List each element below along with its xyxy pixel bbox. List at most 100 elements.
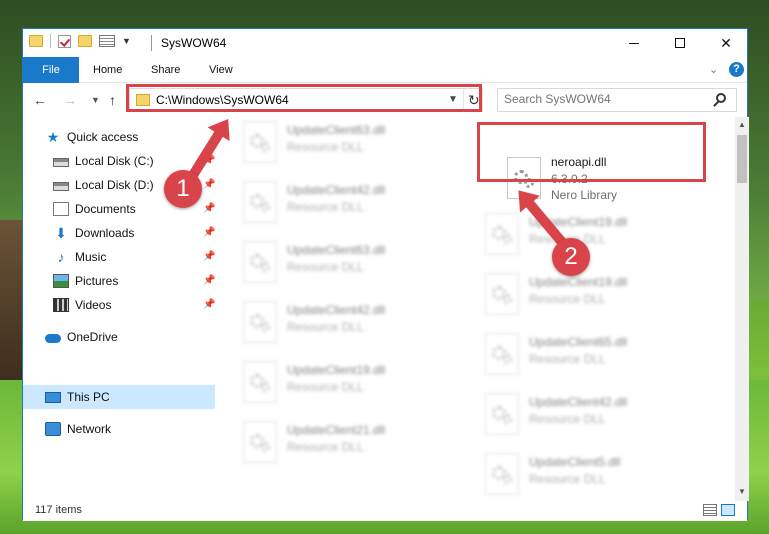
list-item[interactable]: UpdateClient63.dll Resource DLL: [235, 235, 465, 291]
status-bar: 117 items: [23, 501, 747, 521]
pin-icon: 📌: [203, 179, 216, 190]
file-name: UpdateClient19.dll: [529, 275, 628, 289]
sidebar-item-pictures[interactable]: Pictures 📌: [23, 269, 215, 293]
tab-home[interactable]: Home: [79, 57, 136, 83]
sidebar-item-label: Quick access: [67, 130, 139, 144]
callout-badge-2: 2: [552, 238, 590, 276]
back-arrow-icon[interactable]: ←: [33, 92, 47, 108]
file-type: Resource DLL: [529, 292, 606, 306]
onedrive-icon: [45, 333, 61, 343]
sidebar-item-label: Local Disk (D:): [75, 178, 154, 192]
dll-file-icon: [243, 241, 277, 283]
tab-file[interactable]: File: [23, 57, 79, 83]
close-button[interactable]: ✕: [703, 29, 749, 57]
list-item[interactable]: UpdateClient21.dll Resource DLL: [235, 415, 465, 471]
list-item[interactable]: UpdateClient19.dll Resource DLL: [477, 267, 707, 323]
sidebar-item-videos[interactable]: Videos 📌: [23, 293, 215, 317]
help-icon[interactable]: ?: [729, 62, 744, 77]
toolbar-divider: [50, 34, 51, 48]
sidebar-item-onedrive[interactable]: OneDrive: [23, 325, 215, 349]
details-view-icon[interactable]: [703, 504, 717, 516]
file-name: UpdateClient42.dll: [287, 303, 386, 317]
list-item[interactable]: UpdateClient19.dll Resource DLL: [235, 355, 465, 411]
file-name: UpdateClient42.dll: [287, 183, 386, 197]
item-count: 117 items: [35, 504, 82, 516]
minimize-icon: [629, 42, 639, 44]
scroll-down-arrow-icon[interactable]: ▼: [738, 487, 746, 496]
file-type: Resource DLL: [287, 200, 364, 214]
scroll-up-arrow-icon[interactable]: ▲: [738, 120, 746, 129]
dll-file-icon: [485, 333, 519, 375]
sidebar-item-label: Videos: [75, 298, 112, 312]
properties-icon[interactable]: [99, 35, 115, 47]
window-title: SysWOW64: [161, 36, 227, 50]
sidebar-item-label: Network: [67, 422, 112, 436]
list-item[interactable]: UpdateClient19.dll Resource DLL: [477, 207, 707, 263]
documents-icon: [53, 202, 69, 216]
address-bar-highlight-box: [126, 84, 482, 112]
scrollbar-thumb[interactable]: [737, 135, 747, 183]
list-item[interactable]: UpdateClient5.dll Resource DLL: [477, 447, 707, 501]
minimize-button[interactable]: [611, 29, 657, 57]
download-icon: ⬇: [55, 225, 67, 241]
star-icon: ★: [46, 129, 60, 145]
sidebar-item-label: Local Disk (C:): [75, 154, 154, 168]
desktop-background-hut: [0, 220, 24, 380]
sidebar-item-music[interactable]: ♪ Music 📌: [23, 245, 216, 269]
file-name: UpdateClient65.dll: [529, 335, 628, 349]
videos-icon: [53, 298, 69, 312]
forward-arrow-icon[interactable]: →: [63, 92, 77, 108]
file-name: UpdateClient19.dll: [287, 363, 386, 377]
file-type: Resource DLL: [287, 140, 364, 154]
sidebar-item-label: OneDrive: [67, 330, 118, 344]
pin-icon: 📌: [203, 251, 216, 262]
search-icon[interactable]: [716, 93, 726, 103]
search-input[interactable]: [504, 92, 704, 106]
callout-badge-1: 1: [164, 170, 202, 208]
sidebar-item-this-pc[interactable]: This PC: [23, 385, 215, 409]
file-type: Resource DLL: [529, 412, 606, 426]
list-item[interactable]: UpdateClient42.dll Resource DLL: [235, 295, 465, 351]
sidebar-item-downloads[interactable]: ⬇ Downloads 📌: [23, 221, 215, 245]
file-type: Resource DLL: [287, 260, 364, 274]
maximize-button[interactable]: [657, 29, 703, 57]
dll-file-icon: [485, 393, 519, 435]
folder-icon[interactable]: [29, 35, 43, 47]
pin-icon: 📌: [203, 275, 216, 286]
sidebar-item-network[interactable]: Network: [23, 417, 215, 441]
dll-file-icon: [243, 301, 277, 343]
recent-locations-chevron-icon[interactable]: ▼: [91, 95, 100, 105]
file-highlight-box: [477, 122, 706, 182]
dll-file-icon: [485, 273, 519, 315]
pin-icon: 📌: [203, 227, 216, 238]
search-box[interactable]: [497, 88, 737, 112]
sidebar-item-label: This PC: [67, 390, 110, 404]
file-type: Resource DLL: [287, 440, 364, 454]
title-bar: ▼ SysWOW64 ✕: [23, 29, 747, 57]
properties-check-icon[interactable]: [58, 34, 71, 48]
tab-view[interactable]: View: [195, 57, 247, 83]
file-name: UpdateClient21.dll: [287, 423, 386, 437]
customize-dropdown-icon[interactable]: ▼: [122, 36, 131, 46]
ribbon-tabs: File Home Share View ⌄ ?: [23, 57, 747, 83]
new-folder-icon[interactable]: [78, 35, 92, 47]
list-item[interactable]: UpdateClient42.dll Resource DLL: [477, 387, 707, 443]
large-icons-view-icon[interactable]: [721, 504, 735, 516]
expand-ribbon-chevron-icon[interactable]: ⌄: [709, 63, 718, 76]
file-name: UpdateClient5.dll: [529, 455, 621, 469]
view-toggle: [703, 504, 735, 516]
drive-icon: [53, 157, 69, 167]
maximize-icon: [675, 38, 685, 48]
list-item[interactable]: UpdateClient65.dll Resource DLL: [477, 327, 707, 383]
tab-share[interactable]: Share: [137, 57, 194, 83]
quick-access-toolbar: ▼: [29, 34, 131, 48]
list-item[interactable]: UpdateClient42.dll Resource DLL: [235, 175, 465, 231]
file-name: UpdateClient63.dll: [287, 123, 386, 137]
up-arrow-icon[interactable]: ↑: [109, 92, 116, 108]
file-type: Resource DLL: [529, 352, 606, 366]
list-item[interactable]: UpdateClient63.dll Resource DLL: [235, 117, 465, 171]
file-type: Resource DLL: [287, 320, 364, 334]
sidebar-item-label: Pictures: [75, 274, 119, 288]
vertical-scrollbar[interactable]: ▲ ▼: [735, 117, 749, 501]
sidebar-item-quick-access[interactable]: ★ Quick access: [23, 125, 215, 149]
